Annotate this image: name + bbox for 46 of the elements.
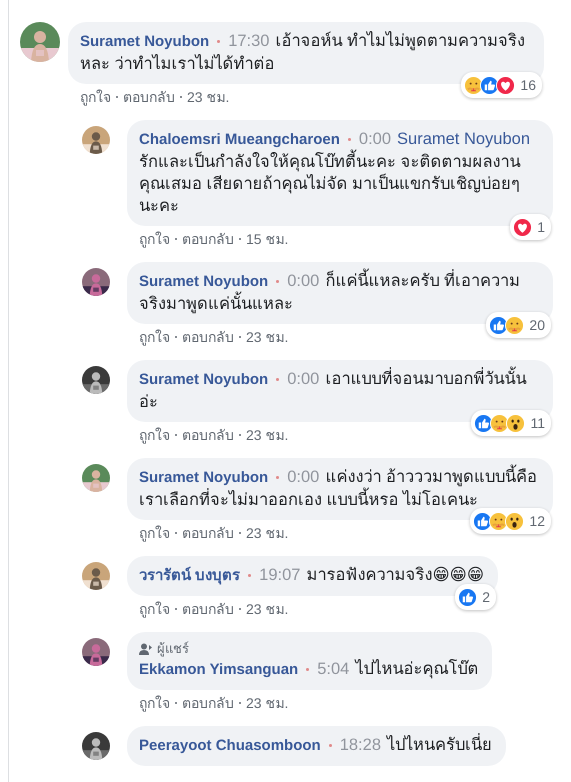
author-link[interactable]: Chaloemsri Mueangcharoen [139,131,340,148]
comment-age: 23 ชม. [246,694,288,712]
like-link[interactable]: ถูกใจ [139,600,170,618]
comment-text: Ekkamon Yimsanguan 5:04 ไปไหนอ่ะคุณโบ๊ต [139,658,478,680]
reply-link[interactable]: ตอบกลับ [182,600,234,618]
sharer-label: ผู้แชร์ [157,640,189,658]
comment-text: Suramet Noyubon 0:00 แค่งงว่า อ้าวววมาพูดแบบนี้คือเราเลือกที่จะไม่มาออกเอง แบบนี้หรอ ไม่โอเคนะ [139,466,539,511]
comment-text: Suramet Noyubon 0:00 เอาแบบที่จอนมาบอกพี่วันนั้นอ่ะ [139,368,539,413]
reply-link[interactable]: ตอบกลับ [182,328,234,346]
reactions-badge[interactable]: 20 [486,312,551,338]
reactions-badge[interactable]: 1 [510,214,551,240]
reactions-badge[interactable]: 11 [471,410,551,436]
comment-age: 23 ชม. [246,426,288,444]
reply-link[interactable]: ตอบกลับ [182,230,234,248]
reactions-badge[interactable]: 12 [470,508,551,534]
comment-age: 23 ชม. [246,328,288,346]
comment-age: 23 ชม. [246,524,288,542]
comment-text: Suramet Noyubon 0:00 ก็แค่นี้แหละครับ ที่เอาความจริงมาพูดแค่นั้นแหละ [139,270,539,315]
author-link[interactable]: Ekkamon Yimsanguan [139,661,298,678]
like-link[interactable]: ถูกใจ [139,694,170,712]
reply-link[interactable]: ตอบกลับ [182,524,234,542]
reactions-badge[interactable]: 16 [461,72,542,98]
author-link[interactable]: วรารัตน์ บงบุตร [139,567,240,584]
author-link[interactable]: Suramet Noyubon [139,273,268,290]
person-icon [139,643,153,655]
comment-text: Peerayoot Chuasomboon 18:28 ไปไหนครับเนี่ย [139,734,492,757]
comment-age: 15 ชม. [246,230,288,248]
comment-text: Chaloemsri Mueangcharoen 0:00 Suramet Noyubon รักและเป็นกำลังใจให้คุณโบ๊ทตี้นะคะ จะติดตามผลงานคุณเสมอ เสียดายถ้าคุณไม่จัด มาเป็นแขกรับเชิญบ่อยๆนะคะ [139,129,532,217]
author-link[interactable]: Suramet Noyubon [139,469,268,486]
comment-text: Suramet Noyubon 17:30 เอ้าจอห์น ทำไมไม่พูดตามความจริงหละ ว่าทำไมเราไม่ได้ทำต่อ [80,30,526,75]
author-link[interactable]: Suramet Noyubon [80,33,210,50]
reactions-badge[interactable]: 2 [455,584,496,610]
mention-link[interactable]: Suramet Noyubon [397,130,530,148]
reply-link[interactable]: ตอบกลับ [182,694,234,712]
like-link[interactable]: ถูกใจ [139,426,170,444]
comment-age: 23 ชม. [246,600,288,618]
like-link[interactable]: ถูกใจ [139,230,170,248]
like-link[interactable]: ถูกใจ [139,328,170,346]
reply-link[interactable]: ตอบกลับ [123,88,175,106]
reply-link[interactable]: ตอบกลับ [182,426,234,444]
like-link[interactable]: ถูกใจ [80,88,111,106]
author-link[interactable]: Peerayoot Chuasomboon [139,737,321,754]
author-link[interactable]: Suramet Noyubon [139,371,268,388]
comment-text: วรารัตน์ บงบุตร 19:07 มารอฟังความจริง😁😁😁 [139,565,484,586]
comment-age: 23 ชม. [187,88,230,106]
like-link[interactable]: ถูกใจ [139,524,170,542]
